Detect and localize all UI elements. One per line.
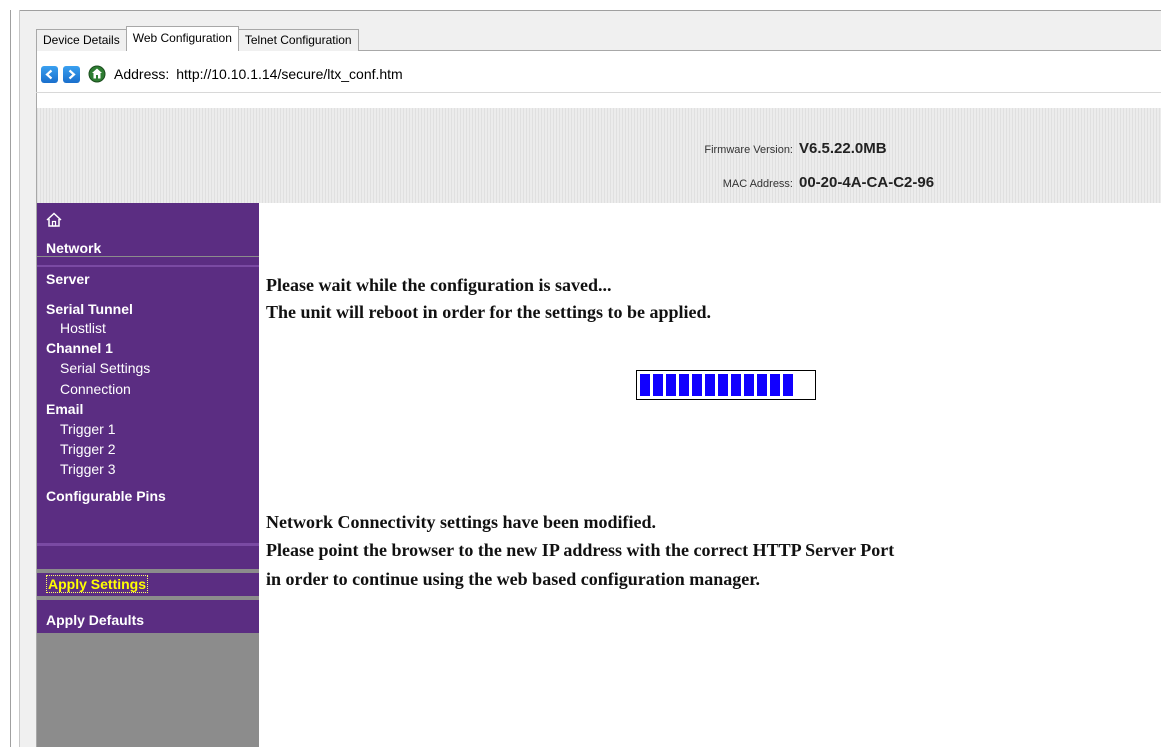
- house-icon[interactable]: [45, 211, 63, 229]
- progress-segment: [770, 374, 780, 396]
- sidebar-item-serial-tunnel[interactable]: Serial Tunnel: [37, 301, 259, 317]
- address-label: Address:: [114, 66, 170, 82]
- sidebar-item-email[interactable]: Email: [37, 401, 259, 417]
- progress-segment: [705, 374, 715, 396]
- progress-segment: [653, 374, 663, 396]
- reboot-message: The unit will reboot in order for the se…: [266, 302, 712, 322]
- sidebar-item-apply-defaults[interactable]: Apply Defaults: [37, 612, 259, 628]
- progress-segment: [718, 374, 728, 396]
- address-separator: [36, 92, 1161, 93]
- mac-label: MAC Address:: [722, 178, 793, 190]
- sidebar-item-network[interactable]: Network: [37, 240, 259, 256]
- tab-bar: Device Details Web Configuration Telnet …: [36, 26, 359, 51]
- progress-segment: [731, 374, 741, 396]
- progress-segment: [757, 374, 767, 396]
- device-header: Firmware Version: V6.5.22.0MB MAC Addres…: [37, 108, 1161, 203]
- progress-segment: [783, 374, 793, 396]
- home-icon[interactable]: [88, 65, 106, 83]
- sidebar-item-channel-1[interactable]: Channel 1: [37, 340, 259, 356]
- sidebar-item-trigger-1[interactable]: Trigger 1: [37, 421, 259, 437]
- sidebar-item-apply-settings[interactable]: Apply Settings: [37, 575, 259, 593]
- notice-message-3: in order to continue using the web based…: [266, 569, 761, 589]
- notice-message-2: Please point the browser to the new IP a…: [266, 540, 895, 560]
- sidebar-item-trigger-2[interactable]: Trigger 2: [37, 441, 259, 457]
- firmware-label: Firmware Version:: [704, 144, 793, 156]
- progress-segment: [666, 374, 676, 396]
- sidebar-separator-top: [37, 265, 259, 267]
- address-url[interactable]: http://10.10.1.14/secure/ltx_conf.htm: [176, 66, 402, 82]
- notice-message-1: Network Connectivity settings have been …: [266, 512, 656, 532]
- back-arrow-icon[interactable]: [41, 65, 58, 83]
- top-strip: [0, 0, 1161, 10]
- sidebar-separator: [37, 543, 259, 546]
- tab-telnet-configuration[interactable]: Telnet Configuration: [237, 29, 359, 51]
- address-bar: Address: http://10.10.1.14/secure/ltx_co…: [36, 62, 403, 86]
- tab-web-configuration[interactable]: Web Configuration: [125, 26, 239, 51]
- sidebar: Network Server Serial Tunnel Hostlist Ch…: [37, 203, 259, 747]
- progress-segment: [679, 374, 689, 396]
- tab-device-details[interactable]: Device Details: [36, 29, 127, 51]
- saving-message: Please wait while the configuration is s…: [266, 275, 612, 295]
- sidebar-item-hostlist[interactable]: Hostlist: [37, 320, 259, 336]
- firmware-row: Firmware Version: V6.5.22.0MB: [643, 140, 1161, 157]
- forward-arrow-icon[interactable]: [63, 65, 80, 83]
- mac-value: 00-20-4A-CA-C2-96: [799, 174, 935, 191]
- progress-segment: [640, 374, 650, 396]
- left-window-border: [0, 10, 20, 747]
- sidebar-item-server[interactable]: Server: [37, 271, 259, 287]
- progress-segment: [692, 374, 702, 396]
- sidebar-item-configurable-pins[interactable]: Configurable Pins: [37, 488, 259, 504]
- sidebar-item-trigger-3[interactable]: Trigger 3: [37, 461, 259, 477]
- sidebar-item-serial-settings[interactable]: Serial Settings: [37, 360, 259, 376]
- mac-row: MAC Address: 00-20-4A-CA-C2-96: [643, 174, 1161, 191]
- sidebar-item-apply-settings-label: Apply Settings: [46, 575, 149, 593]
- sidebar-item-connection[interactable]: Connection: [37, 381, 259, 397]
- firmware-value: V6.5.22.0MB: [799, 140, 887, 157]
- progress-segment: [744, 374, 754, 396]
- progress-bar: [636, 370, 816, 400]
- progress-fill: [640, 374, 812, 396]
